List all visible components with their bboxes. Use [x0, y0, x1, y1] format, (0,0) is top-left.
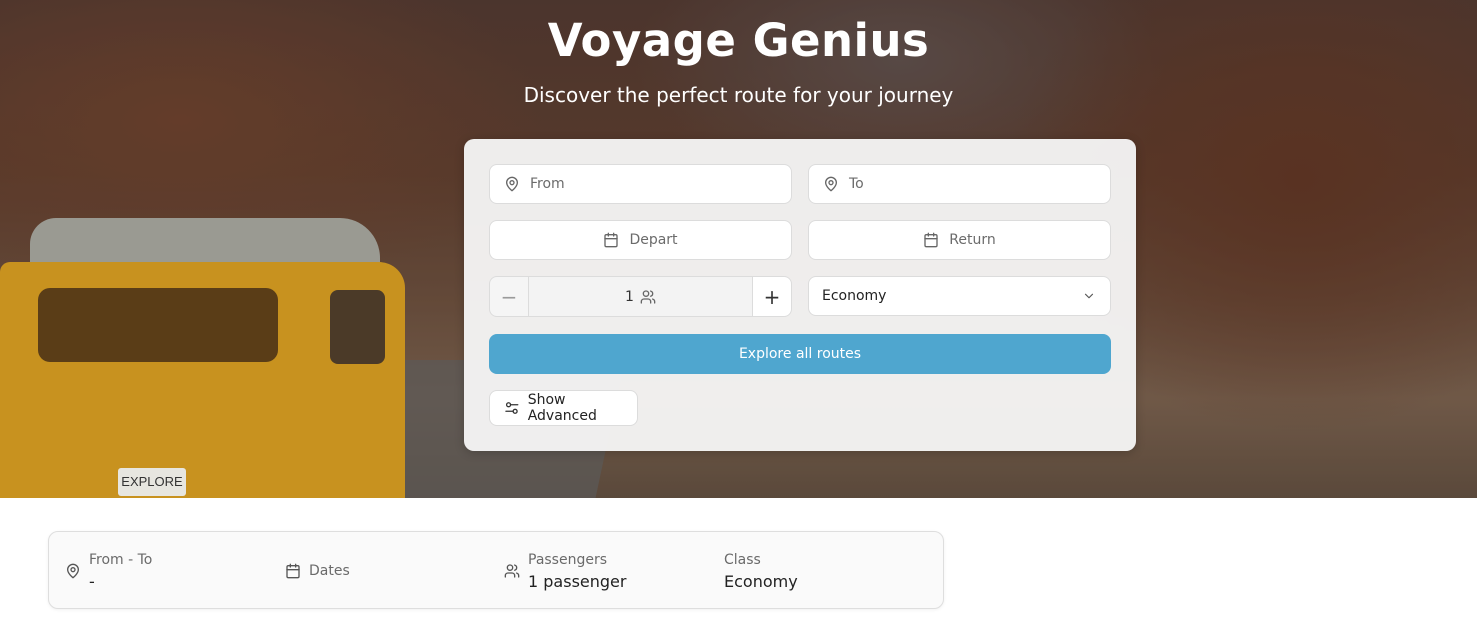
return-date-picker[interactable]: Return — [808, 220, 1111, 260]
summary-passengers-label: Passengers — [528, 551, 608, 568]
increment-passengers-button[interactable]: + — [752, 276, 792, 317]
return-placeholder: Return — [949, 232, 996, 248]
summary-class-label: Class — [724, 551, 761, 568]
passenger-stepper: − 1 + — [489, 276, 792, 317]
van-side-window-decoration — [330, 290, 385, 364]
van-license-plate: EXPLORE — [118, 468, 186, 496]
sliders-icon — [505, 402, 519, 414]
from-placeholder: From — [530, 176, 565, 192]
calendar-icon — [286, 563, 300, 579]
show-advanced-label: Show Advanced — [527, 392, 597, 424]
travel-class-value: Economy — [822, 288, 887, 304]
from-input[interactable]: From — [489, 164, 792, 204]
map-pin-icon — [506, 176, 518, 192]
summary-route-label: From - To — [89, 551, 153, 568]
explore-routes-button[interactable]: Explore all routes — [489, 334, 1111, 374]
summary-dates: Dates — [285, 532, 350, 610]
summary-passengers-value: 1 passenger — [528, 571, 627, 591]
users-icon — [504, 564, 520, 578]
passenger-count-display: 1 — [529, 276, 752, 317]
trip-summary-bar: From - To - Dates Passengers 1 passenger… — [48, 531, 944, 609]
depart-placeholder: Depart — [629, 232, 678, 248]
summary-dates-label: Dates — [309, 563, 350, 579]
summary-class-value: Economy — [724, 571, 798, 591]
show-advanced-button[interactable]: Show Advanced — [489, 390, 638, 426]
map-pin-icon — [825, 176, 837, 192]
travel-class-select[interactable]: Economy — [808, 276, 1111, 316]
summary-class: Class Economy — [724, 532, 798, 610]
hero-subtitle: Discover the perfect route for your jour… — [523, 83, 954, 107]
to-placeholder: To — [849, 176, 864, 192]
depart-date-picker[interactable]: Depart — [489, 220, 792, 260]
decrement-passengers-button[interactable]: − — [489, 276, 529, 317]
summary-route-value: - — [89, 571, 95, 591]
van-window-decoration — [38, 288, 278, 362]
search-card: From To Depart Return − 1 + Economy Expl… — [464, 139, 1136, 451]
chevron-down-icon — [1084, 293, 1094, 299]
calendar-icon — [924, 232, 938, 248]
map-pin-icon — [67, 563, 79, 579]
summary-route: From - To - — [65, 532, 152, 610]
to-input[interactable]: To — [808, 164, 1111, 204]
calendar-icon — [604, 232, 619, 248]
users-icon — [640, 289, 656, 304]
summary-passengers: Passengers 1 passenger — [504, 532, 626, 610]
app-title: Voyage Genius — [547, 14, 930, 67]
passenger-count: 1 — [625, 288, 634, 305]
hero-banner: EXPLORE Voyage Genius Discover the perfe… — [0, 0, 1477, 498]
